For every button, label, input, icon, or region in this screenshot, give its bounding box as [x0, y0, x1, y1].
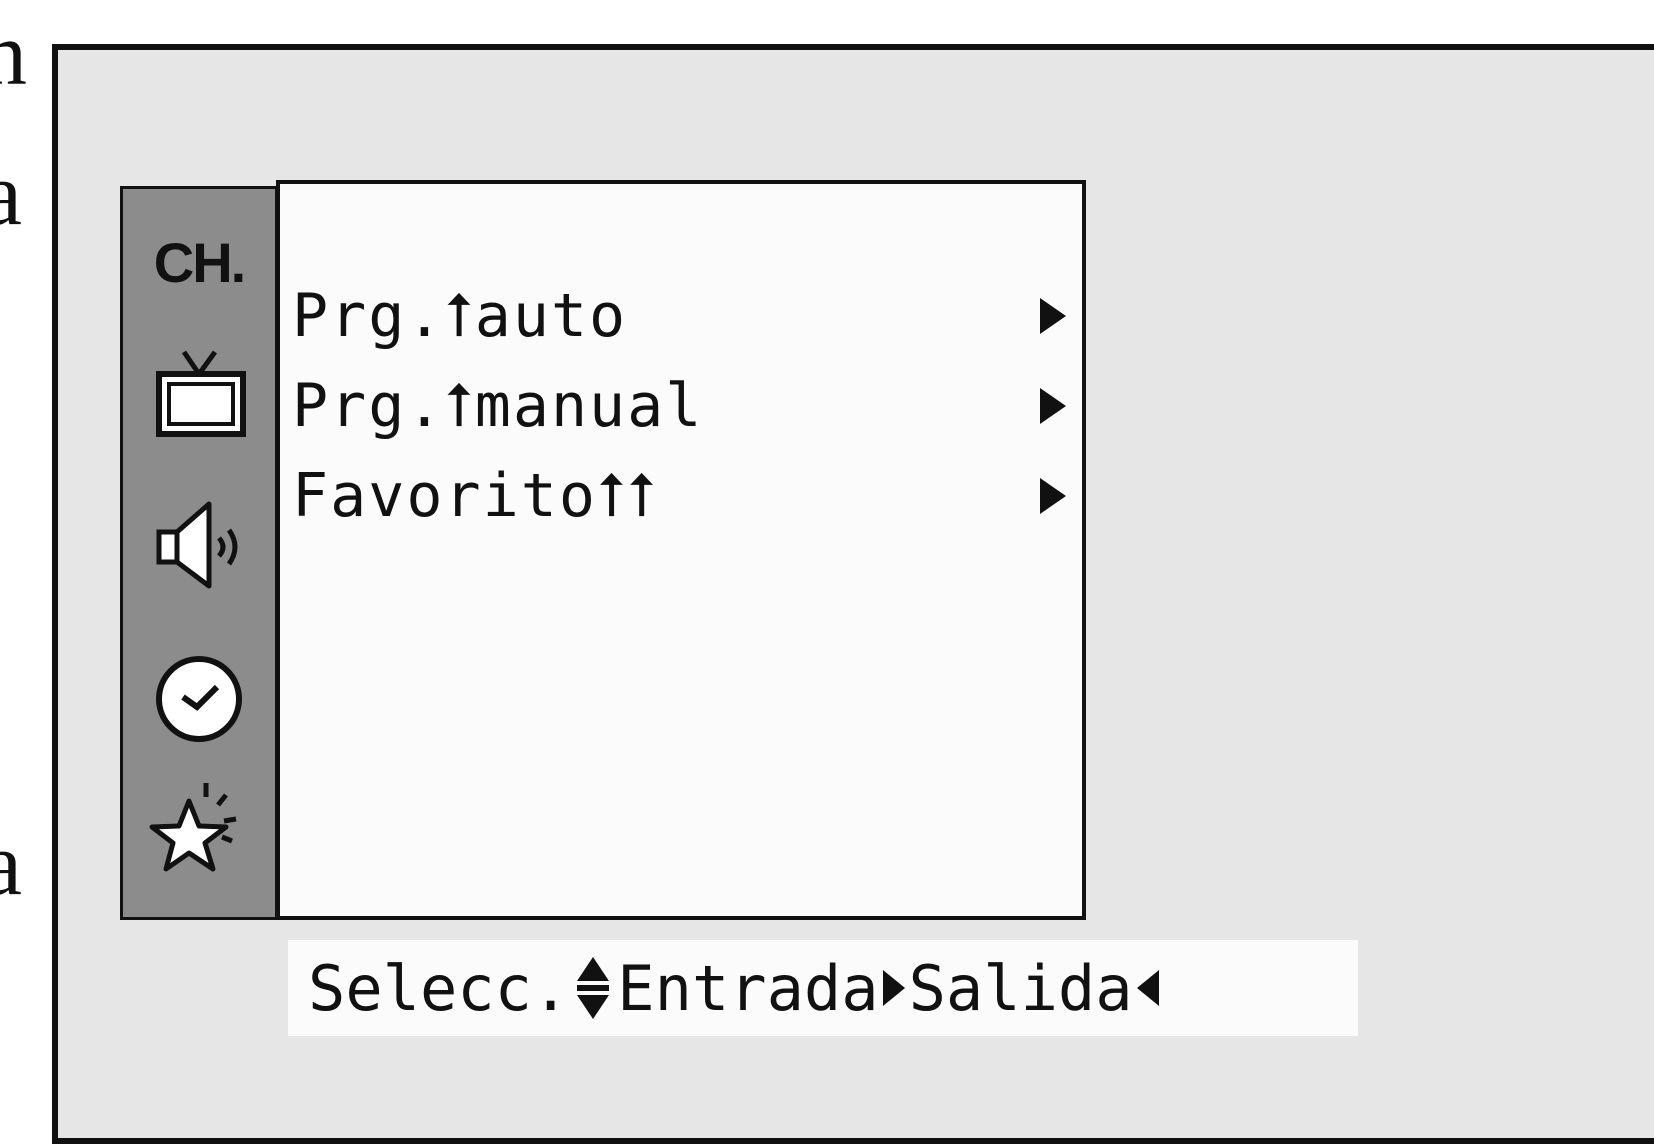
speaker-icon[interactable]	[123, 494, 275, 594]
menu-item-favorite[interactable]: Favorito⭡⭡	[292, 456, 1072, 536]
left-arrow-icon	[1136, 970, 1159, 1006]
right-arrow-icon	[1040, 388, 1066, 424]
margin-letter: n	[0, 5, 27, 104]
menu-item-label: Prg.⭡auto	[292, 281, 628, 351]
up-down-arrow-icon	[573, 953, 613, 1023]
help-bar: Selecc. Entrada Salida	[288, 940, 1358, 1036]
right-arrow-icon	[882, 970, 905, 1006]
help-select-label: Selecc.	[308, 951, 570, 1025]
osd-menu: CH. Prg.⭡auto Prg.⭡manual Favorito⭡⭡	[120, 180, 1092, 920]
channel-category[interactable]: CH.	[123, 227, 275, 297]
clock-icon[interactable]	[123, 649, 275, 749]
margin-letter: a	[0, 145, 22, 244]
menu-item-label: Prg.⭡manual	[292, 371, 704, 441]
star-icon[interactable]	[123, 779, 275, 889]
menu-item-auto-program[interactable]: Prg.⭡auto	[292, 276, 1072, 356]
tv-screen: CH. Prg.⭡auto Prg.⭡manual Favorito⭡⭡ Sel…	[52, 44, 1654, 1144]
right-arrow-icon	[1040, 298, 1066, 334]
tv-icon[interactable]	[123, 344, 275, 444]
margin-letter: a	[0, 815, 22, 914]
help-exit-label: Salida	[908, 951, 1133, 1025]
menu-category-sidebar: CH.	[120, 186, 278, 920]
menu-item-manual-program[interactable]: Prg.⭡manual	[292, 366, 1072, 446]
right-arrow-icon	[1040, 478, 1066, 514]
menu-item-label: Favorito⭡⭡	[292, 461, 658, 531]
channel-menu-panel: Prg.⭡auto Prg.⭡manual Favorito⭡⭡	[276, 180, 1086, 920]
help-enter-label: Entrada	[617, 951, 879, 1025]
